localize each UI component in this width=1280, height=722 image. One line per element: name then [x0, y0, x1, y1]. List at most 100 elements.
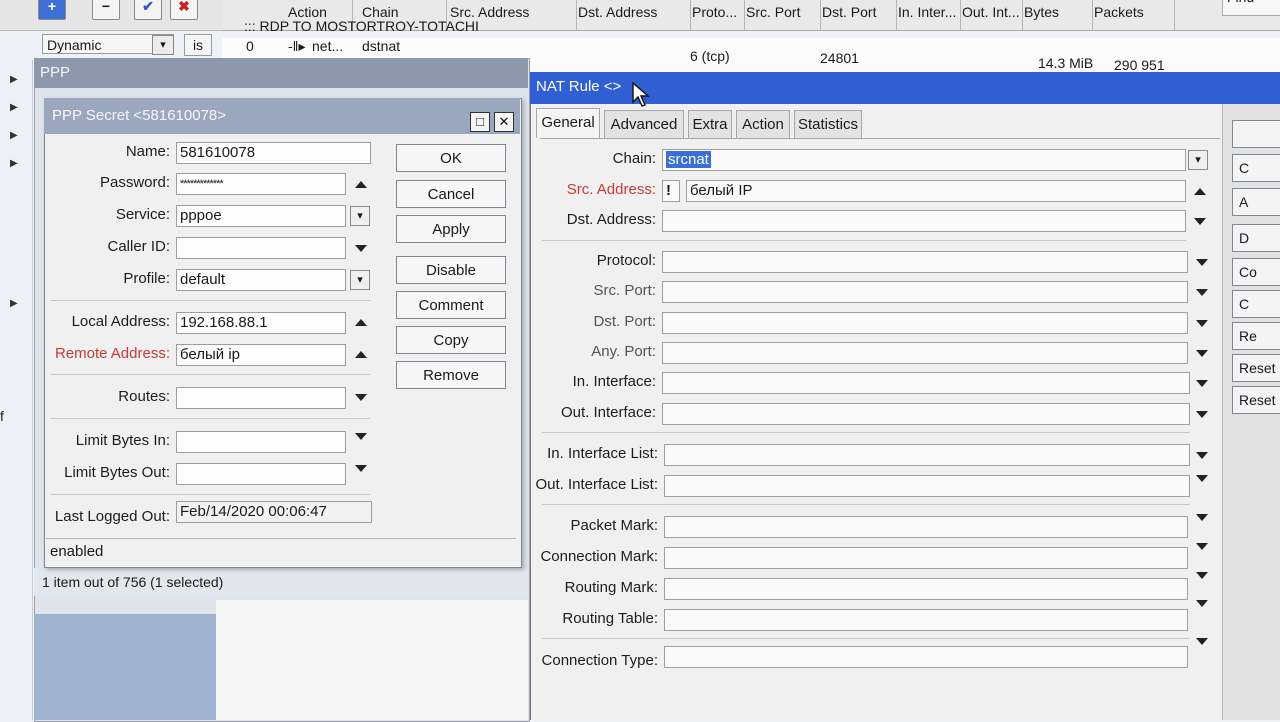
chain-select[interactable]: srcnat	[662, 149, 1186, 171]
filter-dropdown-icon[interactable]: ▾	[152, 35, 174, 55]
local-address-field[interactable]: 192.168.88.1	[176, 312, 346, 334]
routing-mark-field[interactable]	[664, 578, 1188, 600]
tab-extra[interactable]: Extra	[688, 110, 732, 138]
chain-value: srcnat	[666, 151, 711, 168]
remove-button[interactable]: Re	[1232, 322, 1280, 350]
row-packets: 290 951	[1114, 57, 1165, 73]
out-interface-field[interactable]	[662, 403, 1190, 425]
expand-arrow-icon[interactable]	[1196, 380, 1208, 387]
dialog-title[interactable]: PPP Secret <581610078>	[44, 98, 520, 134]
src-address-field[interactable]: белый IP	[686, 180, 1186, 202]
expand-arrow-icon[interactable]	[1196, 543, 1208, 550]
expand-arrow-icon[interactable]: ▶	[10, 102, 18, 113]
enable-check-icon[interactable]: ✔	[134, 0, 162, 20]
connection-type-label: Connection Type:	[541, 652, 658, 669]
expand-arrow-icon[interactable]	[1196, 514, 1208, 521]
copy-button[interactable]: C	[1232, 290, 1280, 318]
tab-general[interactable]: General	[536, 108, 600, 138]
expand-arrow-icon[interactable]	[1196, 320, 1208, 327]
expand-arrow-icon[interactable]	[1196, 475, 1208, 482]
protocol-field[interactable]	[662, 251, 1188, 273]
in-interface-field[interactable]	[662, 372, 1190, 394]
filter-operator[interactable]: is	[184, 34, 212, 56]
routing-table-field[interactable]	[664, 609, 1188, 631]
expand-arrow-icon[interactable]: ▶	[10, 158, 18, 169]
limit-bytes-out-field[interactable]	[176, 463, 346, 485]
reset-all-counters-button[interactable]: Reset	[1232, 386, 1280, 414]
close-icon[interactable]: ✕	[494, 112, 514, 132]
connection-type-field[interactable]	[664, 646, 1188, 668]
expand-arrow-icon[interactable]: ▶	[10, 74, 18, 85]
ok-button[interactable]: OK	[396, 144, 506, 172]
expand-arrow-icon[interactable]	[1196, 350, 1208, 357]
dropdown-arrow-icon[interactable]: ▾	[350, 206, 370, 226]
disable-button[interactable]: D	[1232, 224, 1280, 252]
maximize-icon[interactable]: □	[470, 112, 490, 132]
add-button[interactable]: +	[38, 0, 66, 20]
expand-arrow-icon[interactable]	[1196, 259, 1208, 266]
disable-x-icon[interactable]: ✖	[170, 0, 198, 20]
routes-field[interactable]	[176, 387, 346, 409]
expand-arrow-icon[interactable]	[1196, 289, 1208, 296]
expand-arrow-icon[interactable]: ▶	[10, 130, 18, 141]
collapse-arrow-icon[interactable]	[355, 351, 367, 358]
expand-arrow-icon[interactable]	[355, 394, 367, 401]
profile-select[interactable]: default	[176, 269, 346, 291]
collapse-arrow-icon[interactable]	[355, 181, 367, 188]
tab-action[interactable]: Action	[736, 110, 790, 138]
src-port-field[interactable]	[662, 281, 1188, 303]
packet-mark-field[interactable]	[664, 516, 1188, 538]
caller-id-field[interactable]	[176, 237, 346, 259]
routing-table-label: Routing Table:	[562, 610, 658, 627]
dropdown-arrow-icon[interactable]: ▾	[350, 270, 370, 290]
remove-button[interactable]: Remove	[396, 361, 506, 389]
out-interface-list-field[interactable]	[664, 475, 1190, 497]
ppp-window-title[interactable]: PPP	[34, 58, 528, 88]
dst-port-field[interactable]	[662, 312, 1188, 334]
in-interface-label: In. Interface:	[572, 373, 656, 390]
expand-arrow-icon[interactable]	[1194, 218, 1206, 225]
expand-arrow-icon[interactable]	[1196, 411, 1208, 418]
remote-address-field[interactable]: белый ip	[176, 344, 346, 366]
comment-button[interactable]: Comment	[396, 291, 506, 319]
expand-arrow-icon[interactable]	[355, 433, 367, 440]
any-port-field[interactable]	[662, 342, 1188, 364]
service-select[interactable]: pppoe	[176, 205, 346, 227]
in-interface-list-field[interactable]	[664, 444, 1190, 466]
find-input[interactable]: Find	[1222, 0, 1280, 16]
cancel-button[interactable]: Cancel	[396, 180, 506, 208]
apply-button[interactable]: Apply	[396, 215, 506, 243]
password-field[interactable]: *************	[176, 173, 346, 195]
name-label: Name:	[125, 143, 170, 160]
collapse-arrow-icon[interactable]	[355, 319, 367, 326]
disable-button[interactable]: Disable	[396, 256, 506, 284]
tab-advanced[interactable]: Advanced	[604, 110, 684, 138]
dropdown-arrow-icon[interactable]: ▾	[1188, 150, 1208, 170]
ppp-list-area[interactable]	[216, 600, 528, 720]
expand-arrow-icon[interactable]: ▶	[10, 298, 18, 309]
name-field[interactable]: 581610078	[176, 142, 371, 164]
ok-button[interactable]	[1232, 120, 1280, 148]
list-toolbar: + − ✔ ✖	[0, 0, 222, 31]
expand-arrow-icon[interactable]	[355, 245, 367, 252]
expand-arrow-icon[interactable]	[1196, 572, 1208, 579]
apply-button[interactable]: A	[1232, 188, 1280, 216]
expand-arrow-icon[interactable]	[1196, 452, 1208, 459]
connection-mark-field[interactable]	[664, 547, 1188, 569]
comment-button[interactable]: Co	[1232, 258, 1280, 286]
collapse-arrow-icon[interactable]	[1194, 188, 1206, 195]
remove-button[interactable]: −	[92, 0, 120, 20]
reset-counters-button[interactable]: Reset	[1232, 354, 1280, 382]
expand-arrow-icon[interactable]	[1196, 600, 1208, 607]
expand-arrow-icon[interactable]	[1196, 638, 1208, 645]
row-index: 0	[246, 38, 254, 54]
limit-bytes-in-field[interactable]	[176, 431, 346, 453]
cancel-button[interactable]: C	[1232, 154, 1280, 182]
dst-address-field[interactable]	[662, 210, 1186, 232]
copy-button[interactable]: Copy	[396, 326, 506, 354]
expand-arrow-icon[interactable]	[355, 465, 367, 472]
comment-row[interactable]: ::: RDP TO MOSTORTROY-TOTACHI	[222, 18, 1280, 38]
divider	[542, 240, 1186, 241]
negate-checkbox[interactable]: !	[662, 180, 680, 202]
tab-statistics[interactable]: Statistics	[794, 110, 862, 138]
